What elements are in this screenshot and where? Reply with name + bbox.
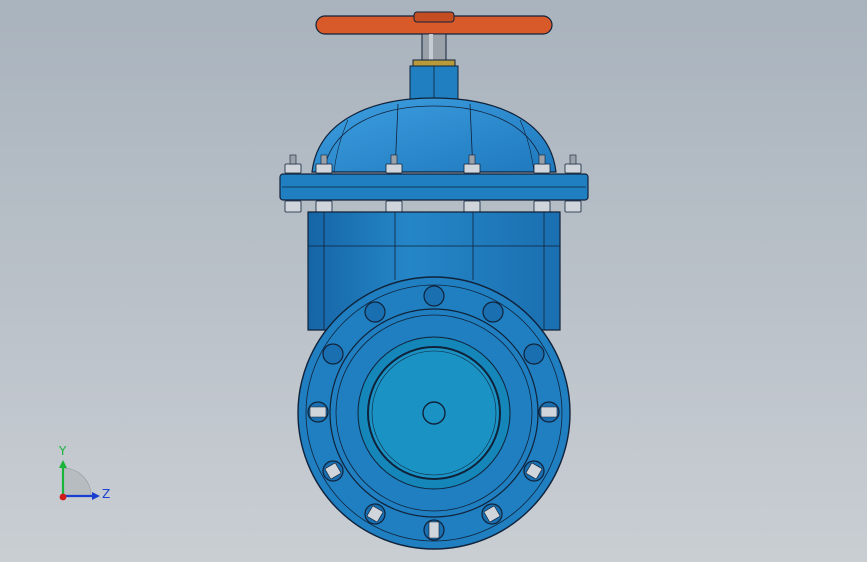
triad-x-axis-icon bbox=[59, 493, 67, 501]
end-flange bbox=[297, 276, 571, 550]
triad-quarter-disc bbox=[62, 467, 92, 497]
z-axis-label: Z bbox=[102, 487, 110, 501]
bonnet-flange bbox=[279, 173, 589, 201]
view-orientation-triad[interactable]: Y Z bbox=[48, 440, 128, 510]
bore-center bbox=[422, 401, 446, 425]
gland-nut bbox=[409, 59, 459, 101]
y-axis-label: Y bbox=[58, 444, 67, 458]
valve-model[interactable] bbox=[0, 0, 867, 562]
valve-stem bbox=[421, 33, 447, 63]
graphics-viewport[interactable]: Y Z bbox=[0, 0, 867, 562]
z-axis-arrow-icon bbox=[92, 492, 100, 500]
y-axis-arrow-icon bbox=[59, 460, 67, 468]
